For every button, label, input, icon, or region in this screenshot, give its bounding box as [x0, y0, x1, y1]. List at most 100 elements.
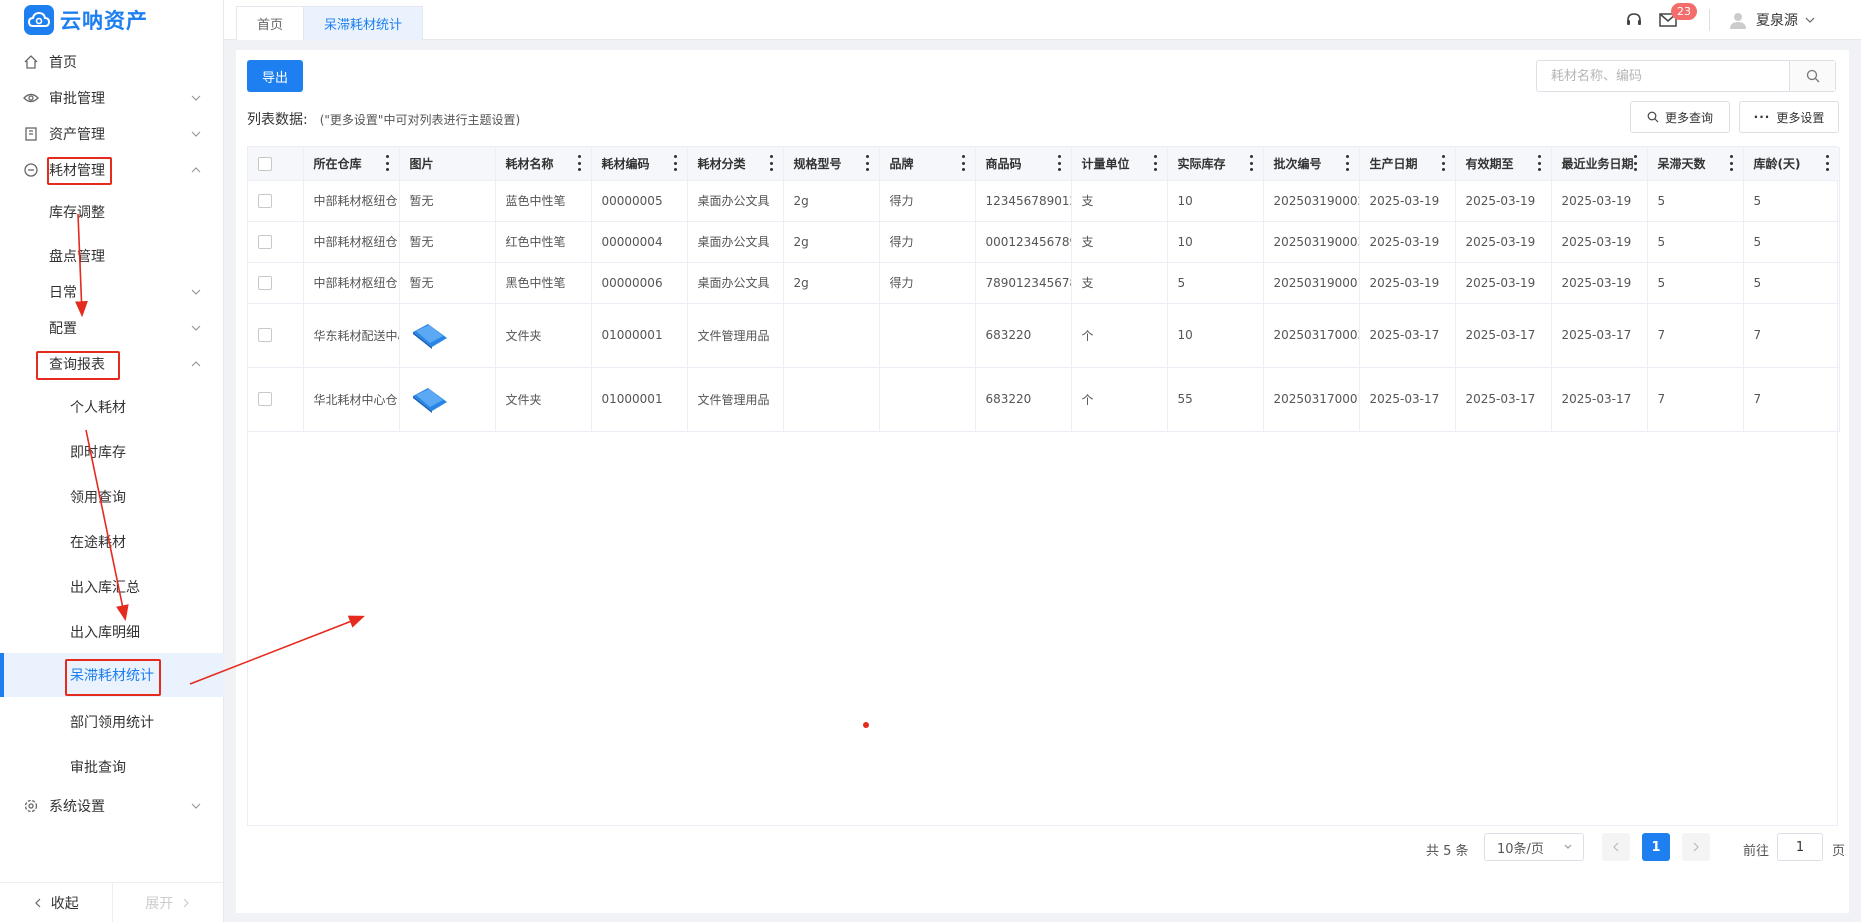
search-input[interactable]	[1537, 61, 1789, 91]
sidebar-item-in-transit[interactable]: 在途耗材	[0, 520, 224, 564]
cell-stock: 55	[1167, 367, 1264, 432]
folder-thumbnail[interactable]	[410, 384, 450, 414]
list-hint: ("更多设置"中可对列表进行主题设置)	[319, 113, 521, 127]
column-menu-icon[interactable]	[1826, 155, 1830, 171]
sidebar-item-io-summary[interactable]: 出入库汇总	[0, 565, 224, 609]
sidebar-item-system-settings[interactable]: 系统设置	[0, 784, 224, 828]
folder-thumbnail[interactable]	[410, 320, 450, 350]
export-button[interactable]: 导出	[247, 60, 303, 92]
page-size-select[interactable]: 10条/页	[1484, 833, 1584, 861]
column-menu-icon[interactable]	[1154, 155, 1158, 171]
column-header[interactable]: 耗材分类	[687, 147, 784, 181]
chevron-left-icon	[34, 898, 41, 907]
column-header[interactable]: 批次编号	[1263, 147, 1360, 181]
column-header[interactable]: 最近业务日期	[1551, 147, 1648, 181]
table-row[interactable]: 中部耗材枢纽仓 暂无 黑色中性笔 00000006 桌面办公文具 2g 得力 7…	[248, 262, 1840, 304]
table-row[interactable]: 中部耗材枢纽仓 暂无 蓝色中性笔 00000005 桌面办公文具 2g 得力 1…	[248, 180, 1840, 222]
sidebar-item-label: 配置	[49, 321, 77, 337]
table-row[interactable]: 华北耗材中心仓 文件夹 01000001 文件管理用品 683220 个 55 …	[248, 367, 1840, 432]
cell-code: 01000001	[591, 303, 688, 368]
row-checkbox[interactable]	[258, 275, 272, 290]
sidebar-item-usage-query[interactable]: 领用查询	[0, 475, 224, 519]
sidebar-item-dept-usage[interactable]: 部门领用统计	[0, 700, 224, 744]
column-header[interactable]: 耗材编码	[591, 147, 688, 181]
sidebar-item-label: 部门领用统计	[70, 715, 154, 731]
cell-stock: 5	[1167, 262, 1264, 304]
collapse-button[interactable]: 收起	[0, 883, 113, 922]
cell-expiry: 2025-03-19	[1455, 221, 1552, 263]
sidebar-item-realtime-stock[interactable]: 即时库存	[0, 430, 224, 474]
cell-age: 5	[1743, 221, 1840, 263]
column-header[interactable]: 图片	[399, 147, 496, 181]
sidebar-item-consumables[interactable]: 耗材管理	[0, 148, 224, 192]
row-checkbox[interactable]	[258, 392, 272, 407]
cell-spec: 2g	[783, 221, 880, 263]
row-checkbox[interactable]	[258, 193, 272, 208]
column-menu-icon[interactable]	[770, 155, 774, 171]
app-logo[interactable]: 云呐资产	[0, 0, 223, 40]
column-menu-icon[interactable]	[1538, 155, 1542, 171]
column-menu-icon[interactable]	[674, 155, 678, 171]
tab-idle-stats[interactable]: 呆滞耗材统计	[303, 6, 424, 40]
prev-page-button[interactable]	[1602, 833, 1630, 861]
table-row[interactable]: 华东耗材配送中心 文件夹 01000001 文件管理用品 683220 个 10…	[248, 303, 1840, 368]
column-menu-icon[interactable]	[1250, 155, 1254, 171]
column-header[interactable]: 所在仓库	[303, 147, 400, 181]
next-page-button[interactable]	[1682, 833, 1710, 861]
column-menu-icon[interactable]	[1346, 155, 1350, 171]
search-button[interactable]	[1789, 61, 1835, 91]
top-right-actions: 23 夏泉源	[1623, 0, 1861, 40]
select-all-checkbox[interactable]	[258, 156, 272, 171]
tab-home[interactable]: 首页	[236, 6, 305, 40]
sidebar-item-personal-consumables[interactable]: 个人耗材	[0, 385, 224, 429]
column-header[interactable]: 规格型号	[783, 147, 880, 181]
row-checkbox[interactable]	[258, 328, 272, 343]
column-menu-icon[interactable]	[1442, 155, 1446, 171]
cell-name: 红色中性笔	[495, 221, 592, 263]
column-menu-icon[interactable]	[578, 155, 582, 171]
column-header[interactable]: 品牌	[879, 147, 976, 181]
page-number-button[interactable]: 1	[1642, 833, 1670, 861]
column-header[interactable]: 商品码	[975, 147, 1072, 181]
column-header[interactable]: 呆滞天数	[1647, 147, 1744, 181]
table-row[interactable]: 中部耗材枢纽仓 暂无 红色中性笔 00000004 桌面办公文具 2g 得力 0…	[248, 221, 1840, 263]
mail-icon[interactable]: 23	[1657, 3, 1697, 31]
cell-code: 00000005	[591, 180, 688, 222]
column-header[interactable]: 有效期至	[1455, 147, 1552, 181]
column-menu-icon[interactable]	[866, 155, 870, 171]
sidebar-item-label: 日常	[49, 285, 77, 301]
sidebar-item-idle-stats[interactable]: 呆滞耗材统计	[0, 653, 224, 697]
column-header[interactable]: 实际库存	[1167, 147, 1264, 181]
headset-icon[interactable]	[1623, 9, 1645, 31]
top-bar: 首页 呆滞耗材统计 23 夏泉源	[224, 0, 1861, 40]
sidebar-item-stock-adjust[interactable]: 库存调整	[0, 190, 224, 234]
notification-badge: 23	[1671, 3, 1697, 20]
chevron-down-icon	[191, 325, 201, 331]
cell-barcode: 789012345678	[975, 262, 1072, 304]
column-menu-icon[interactable]	[1634, 155, 1638, 171]
list-title-text: 列表数据:	[247, 112, 308, 128]
column-header[interactable]: 库龄(天)	[1743, 147, 1840, 181]
cell-mfg-date: 2025-03-17	[1359, 367, 1456, 432]
column-menu-icon[interactable]	[386, 155, 390, 171]
column-header[interactable]: 耗材名称	[495, 147, 592, 181]
cell-stock: 10	[1167, 221, 1264, 263]
column-menu-icon[interactable]	[1730, 155, 1734, 171]
more-settings-button[interactable]: ··· 更多设置	[1739, 101, 1839, 133]
sidebar-item-reports[interactable]: 查询报表	[0, 342, 224, 386]
expand-button[interactable]: 展开	[113, 883, 225, 922]
sidebar-item-approval-query[interactable]: 审批查询	[0, 745, 224, 789]
user-menu[interactable]: 夏泉源	[1728, 10, 1861, 30]
row-checkbox[interactable]	[258, 234, 272, 249]
column-menu-icon[interactable]	[962, 155, 966, 171]
goto-page-input[interactable]	[1777, 833, 1823, 861]
cell-name: 文件夹	[495, 367, 592, 432]
more-query-button[interactable]: 更多查询	[1630, 101, 1730, 133]
cell-category: 桌面办公文具	[687, 221, 784, 263]
sidebar-item-io-detail[interactable]: 出入库明细	[0, 610, 224, 654]
column-header[interactable]: 计量单位	[1071, 147, 1168, 181]
cell-name: 蓝色中性笔	[495, 180, 592, 222]
column-menu-icon[interactable]	[1058, 155, 1062, 171]
cell-image	[399, 367, 496, 432]
column-header[interactable]: 生产日期	[1359, 147, 1456, 181]
